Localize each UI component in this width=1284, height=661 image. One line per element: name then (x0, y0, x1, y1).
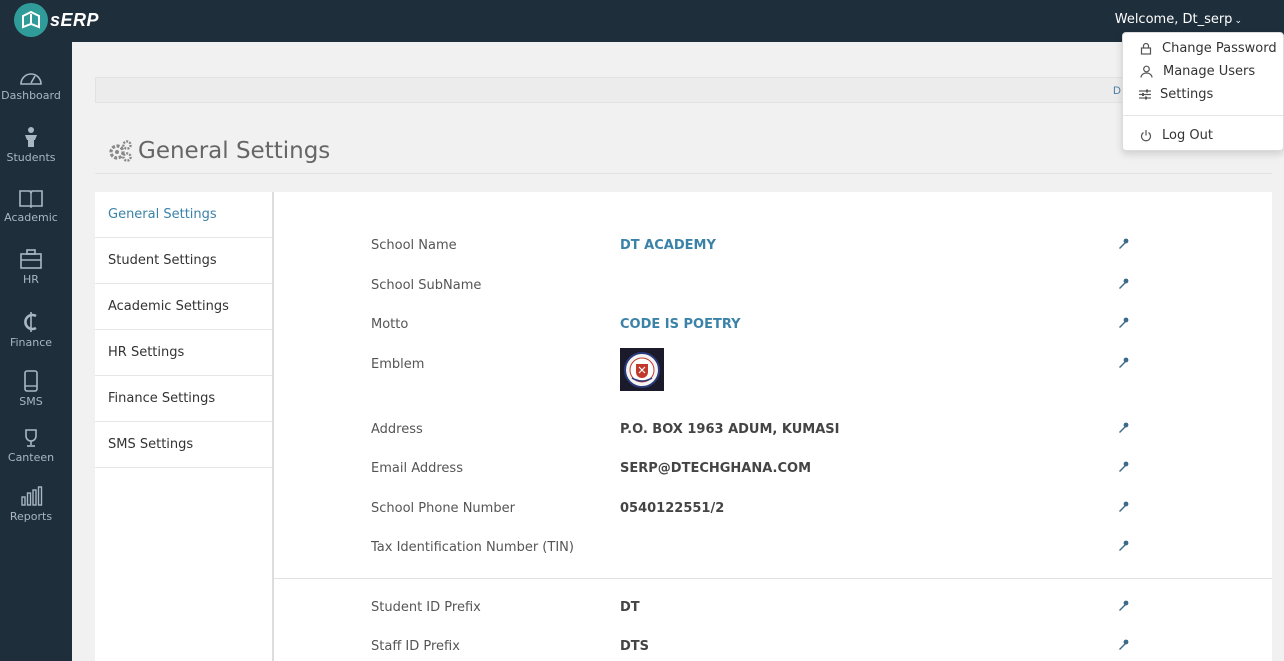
logo-book-icon (14, 3, 48, 37)
wrench-edit-icon[interactable] (1117, 540, 1129, 552)
sidebar-item-label: Academic (4, 211, 58, 224)
breadcrumb[interactable]: D (1113, 85, 1121, 97)
setting-label: School SubName (371, 278, 482, 293)
setting-label: Tax Identification Number (TIN) (371, 540, 574, 555)
chevron-down-icon: ⌄ (1234, 16, 1242, 26)
setting-value: DTS (620, 639, 650, 654)
menu-item-manage-users[interactable]: Manage Users (1140, 64, 1255, 79)
setting-label: School Phone Number (371, 501, 515, 516)
page-title-text: General Settings (138, 138, 331, 164)
user-dropdown-menu: Change Password Manage Users Settings Lo… (1122, 32, 1284, 151)
wrench-edit-icon[interactable] (1117, 278, 1129, 290)
sidebar-item-finance[interactable]: Finance (0, 311, 62, 349)
top-navbar: sERP Welcome, Dt_serp ⌄ (0, 0, 1284, 42)
tab-sms-settings[interactable]: SMS Settings (95, 422, 272, 468)
setting-label: School Name (371, 238, 457, 253)
title-divider (95, 173, 1272, 174)
sidebar-item-label: Reports (9, 510, 53, 523)
page-title: General Settings (108, 138, 330, 164)
wrench-edit-icon[interactable] (1117, 238, 1129, 250)
menu-item-label: Change Password (1162, 41, 1277, 56)
tab-hr-settings[interactable]: HR Settings (95, 330, 272, 376)
settings-tabs: General Settings Student Settings Academ… (95, 192, 274, 661)
tab-general-settings[interactable]: General Settings (95, 192, 272, 238)
setting-label: Emblem (371, 357, 425, 372)
setting-label: Address (371, 422, 423, 437)
wrench-edit-icon[interactable] (1117, 317, 1129, 329)
sidebar-item-canteen[interactable]: Canteen (0, 428, 62, 464)
sliders-icon (1139, 89, 1151, 100)
cedi-icon (24, 312, 37, 332)
setting-value: P.O. BOX 1963 ADUM, KUMASI (620, 422, 840, 437)
menu-item-label: Manage Users (1163, 64, 1256, 79)
tab-student-settings[interactable]: Student Settings (95, 238, 272, 284)
dashboard-icon (20, 73, 42, 85)
emblem-image (620, 348, 664, 391)
sidebar-item-label: Canteen (7, 451, 55, 464)
phone-icon (24, 370, 38, 392)
student-icon (25, 127, 37, 147)
wrench-edit-icon[interactable] (1117, 461, 1129, 473)
tab-academic-settings[interactable]: Academic Settings (95, 284, 272, 330)
sidebar-item-label: SMS (19, 395, 43, 408)
trophy-icon (25, 429, 37, 447)
setting-label: Student ID Prefix (371, 600, 481, 615)
menu-item-settings[interactable]: Settings (1139, 87, 1213, 102)
setting-value: CODE IS POETRY (620, 317, 741, 332)
sidebar-item-dashboard[interactable]: Dashboard (0, 68, 62, 102)
setting-value: DT (620, 600, 640, 615)
setting-label: Email Address (371, 461, 463, 476)
sidebar-item-label: Students (6, 151, 56, 164)
setting-value: DT ACADEMY (620, 238, 716, 253)
setting-value: 0540122551/2 (620, 501, 725, 516)
settings-panel: School Name DT ACADEMY School SubName Mo… (274, 192, 1272, 661)
sidebar-item-label: Dashboard (1, 89, 61, 102)
sidebar: Dashboard Students Academic HR Finance S… (0, 42, 72, 661)
sidebar-item-students[interactable]: Students (0, 126, 62, 164)
wrench-edit-icon[interactable] (1117, 422, 1129, 434)
power-icon (1140, 130, 1152, 142)
sidebar-item-label: HR (23, 273, 39, 286)
gears-icon (109, 140, 132, 162)
wrench-edit-icon[interactable] (1117, 639, 1129, 651)
menu-divider (1123, 115, 1283, 116)
wrench-edit-icon[interactable] (1117, 357, 1129, 369)
section-divider (274, 578, 1272, 579)
user-icon (1140, 65, 1153, 78)
menu-item-label: Log Out (1162, 128, 1213, 143)
menu-item-change-password[interactable]: Change Password (1140, 41, 1277, 56)
user-menu-toggle[interactable]: Welcome, Dt_serp ⌄ (1115, 12, 1242, 27)
book-icon (19, 190, 43, 208)
menu-item-logout[interactable]: Log Out (1140, 128, 1213, 143)
sidebar-item-reports[interactable]: Reports (0, 485, 62, 523)
sidebar-item-academic[interactable]: Academic (0, 188, 62, 224)
setting-value: SERP@DTECHGHANA.COM (620, 461, 812, 476)
briefcase-icon (20, 249, 42, 269)
app-logo[interactable]: sERP (14, 3, 99, 37)
sidebar-item-label: Finance (9, 336, 53, 349)
welcome-text: Welcome, Dt_serp (1114, 12, 1233, 27)
wrench-edit-icon[interactable] (1117, 600, 1129, 612)
wrench-edit-icon[interactable] (1117, 501, 1129, 513)
tab-finance-settings[interactable]: Finance Settings (95, 376, 272, 422)
sidebar-item-hr[interactable]: HR (0, 248, 62, 286)
menu-item-label: Settings (1160, 87, 1214, 102)
bar-chart-icon (21, 486, 43, 506)
setting-label: Motto (371, 317, 409, 332)
logo-text: sERP (50, 9, 100, 30)
lock-icon (1140, 42, 1152, 55)
sidebar-item-sms[interactable]: SMS (0, 370, 62, 408)
setting-label: Staff ID Prefix (371, 639, 460, 654)
breadcrumb-bar (95, 77, 1275, 103)
